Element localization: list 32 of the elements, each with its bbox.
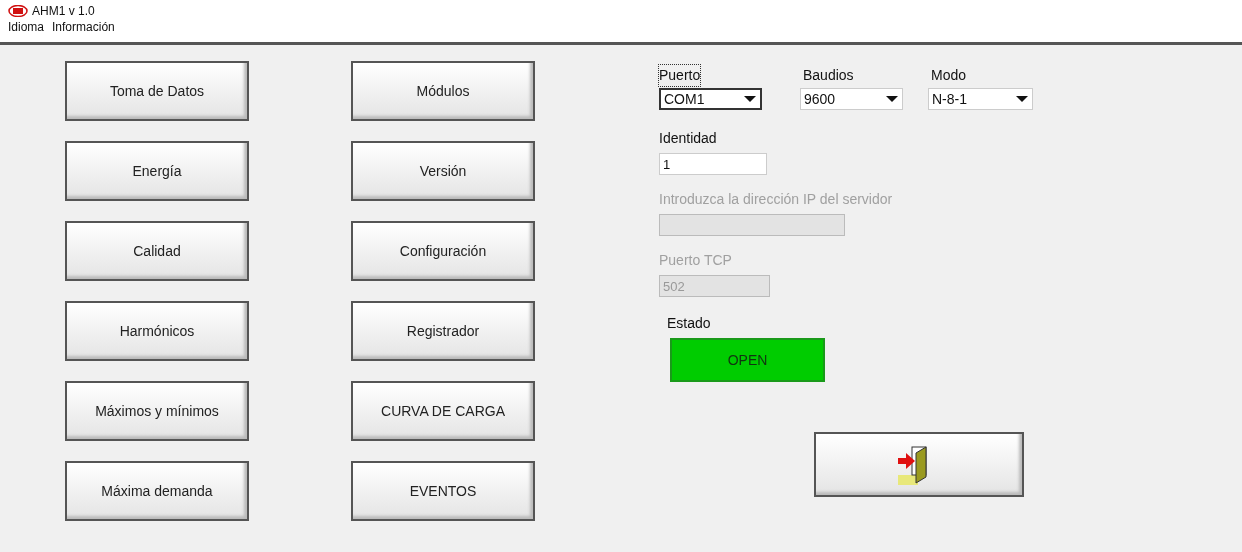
app-logo-icon bbox=[8, 5, 28, 17]
input-field[interactable]: 1 bbox=[659, 153, 767, 175]
status-indicator: OPEN bbox=[670, 338, 825, 382]
menu-button[interactable]: Registrador bbox=[351, 301, 535, 361]
menu-item[interactable]: Idioma bbox=[8, 18, 45, 36]
menu-button[interactable]: Calidad bbox=[65, 221, 249, 281]
dropdown-caret-icon bbox=[885, 95, 899, 103]
menu-button[interactable]: Máxima demanda bbox=[65, 461, 249, 521]
exit-button[interactable] bbox=[814, 432, 1024, 497]
window-title: AHM1 v 1.0 bbox=[32, 3, 95, 20]
dropdown[interactable]: 9600 bbox=[800, 88, 903, 110]
menu-button[interactable]: Harmónicos bbox=[65, 301, 249, 361]
menu-button[interactable]: Versión bbox=[351, 141, 535, 201]
menu-item[interactable]: Información bbox=[52, 18, 115, 36]
menu-button[interactable]: Toma de Datos bbox=[65, 61, 249, 121]
dropdown[interactable]: COM1 bbox=[659, 88, 762, 110]
menu-button[interactable]: Máximos y mínimos bbox=[65, 381, 249, 441]
field-label: Modo bbox=[931, 66, 967, 85]
field-label: Puerto TCP bbox=[659, 251, 733, 270]
menu-button[interactable]: CURVA DE CARGA bbox=[351, 381, 535, 441]
field-label: Identidad bbox=[659, 129, 718, 148]
menu-button[interactable]: Energía bbox=[65, 141, 249, 201]
field-label: Baudios bbox=[803, 66, 854, 85]
status-label: Estado bbox=[667, 314, 712, 333]
dropdown-caret-icon bbox=[743, 95, 757, 103]
dropdown-caret-icon bbox=[1015, 95, 1029, 103]
menu-button[interactable]: Configuración bbox=[351, 221, 535, 281]
field-label: Puerto bbox=[659, 65, 701, 86]
field-label: Introduzca la dirección IP del servidor bbox=[659, 190, 894, 209]
menu-button[interactable]: Módulos bbox=[351, 61, 535, 121]
dropdown[interactable]: N-8-1 bbox=[928, 88, 1033, 110]
menu-button[interactable]: EVENTOS bbox=[351, 461, 535, 521]
